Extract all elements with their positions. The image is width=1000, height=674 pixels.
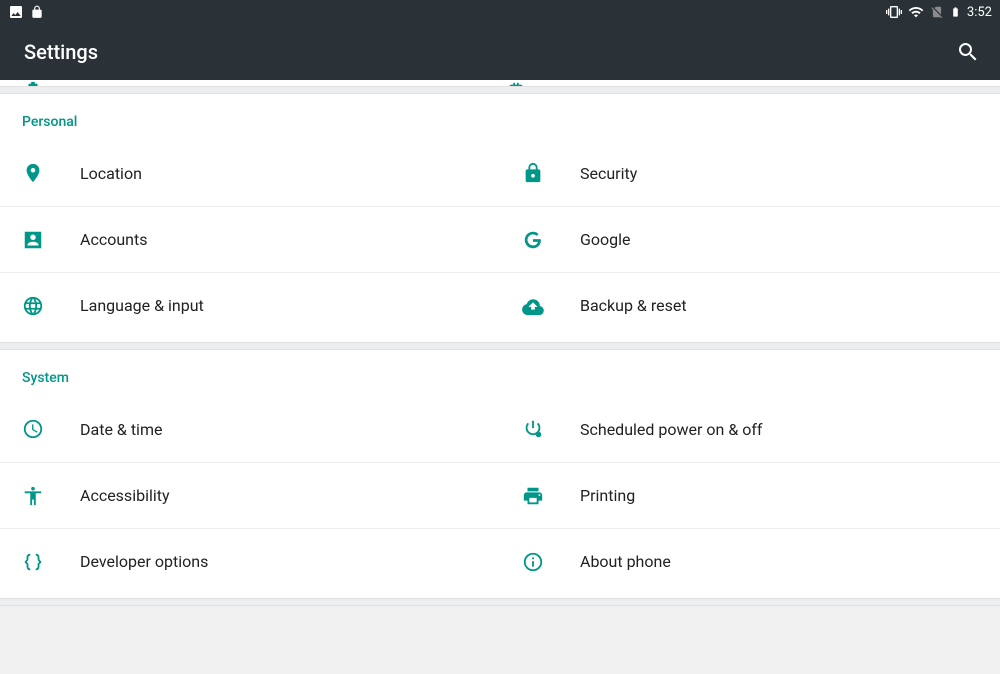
item-location[interactable]: Location (0, 140, 500, 206)
globe-icon (22, 295, 80, 317)
wifi-icon (908, 4, 924, 20)
item-printing[interactable]: Printing (500, 462, 1000, 528)
memory-label: Memory (563, 84, 622, 87)
item-accessibility[interactable]: Accessibility (0, 462, 500, 528)
section-title-system: System (0, 350, 1000, 396)
status-bar: 3:52 (0, 0, 1000, 24)
item-language[interactable]: Language & input (0, 272, 500, 338)
lock-icon (30, 5, 44, 19)
status-time: 3:52 (967, 5, 992, 20)
section-title-personal: Personal (0, 94, 1000, 140)
item-backup[interactable]: Backup & reset (500, 272, 1000, 338)
item-label: Accessibility (80, 486, 170, 505)
item-label: Date & time (80, 420, 162, 439)
item-label: Backup & reset (580, 296, 687, 315)
info-icon (522, 551, 580, 573)
battery-icon (22, 80, 80, 86)
printer-icon (522, 485, 580, 507)
page-title: Settings (24, 40, 98, 64)
clock-icon (22, 418, 80, 440)
item-security[interactable]: Security (500, 140, 1000, 206)
search-button[interactable] (956, 40, 980, 64)
app-bar: Settings (0, 24, 1000, 80)
cloud-upload-icon (522, 295, 580, 317)
account-icon (22, 229, 80, 251)
item-label: Scheduled power on & off (580, 420, 763, 439)
vibrate-icon (886, 4, 902, 20)
item-google[interactable]: Google (500, 206, 1000, 272)
item-developer[interactable]: Developer options (0, 528, 500, 594)
image-icon (8, 4, 24, 20)
item-label: Printing (580, 486, 635, 505)
item-about-phone[interactable]: About phone (500, 528, 1000, 594)
location-icon (22, 162, 80, 184)
section-system: System Date & time Scheduled power on & … (0, 350, 1000, 598)
google-icon (522, 229, 580, 251)
item-date-time[interactable]: Date & time (0, 396, 500, 462)
item-accounts[interactable]: Accounts (0, 206, 500, 272)
item-label: Language & input (80, 296, 204, 315)
battery-label: Battery (80, 84, 131, 87)
lock-icon (522, 162, 580, 184)
item-scheduled-power[interactable]: Scheduled power on & off (500, 396, 1000, 462)
item-label: Security (580, 164, 637, 183)
no-sim-icon (930, 5, 944, 19)
braces-icon (22, 551, 80, 573)
item-label: Location (80, 164, 142, 183)
accessibility-icon (22, 485, 80, 507)
item-label: Developer options (80, 552, 208, 571)
battery-icon (950, 4, 961, 20)
power-schedule-icon (522, 418, 580, 440)
item-label: Accounts (80, 230, 147, 249)
item-label: Google (580, 230, 631, 249)
clipped-row: Battery Memory (0, 80, 1000, 86)
settings-list[interactable]: Battery Memory Personal Location (0, 80, 1000, 606)
item-label: About phone (580, 552, 671, 571)
section-personal: Personal Location Security Accounts (0, 94, 1000, 342)
memory-icon (505, 80, 563, 86)
